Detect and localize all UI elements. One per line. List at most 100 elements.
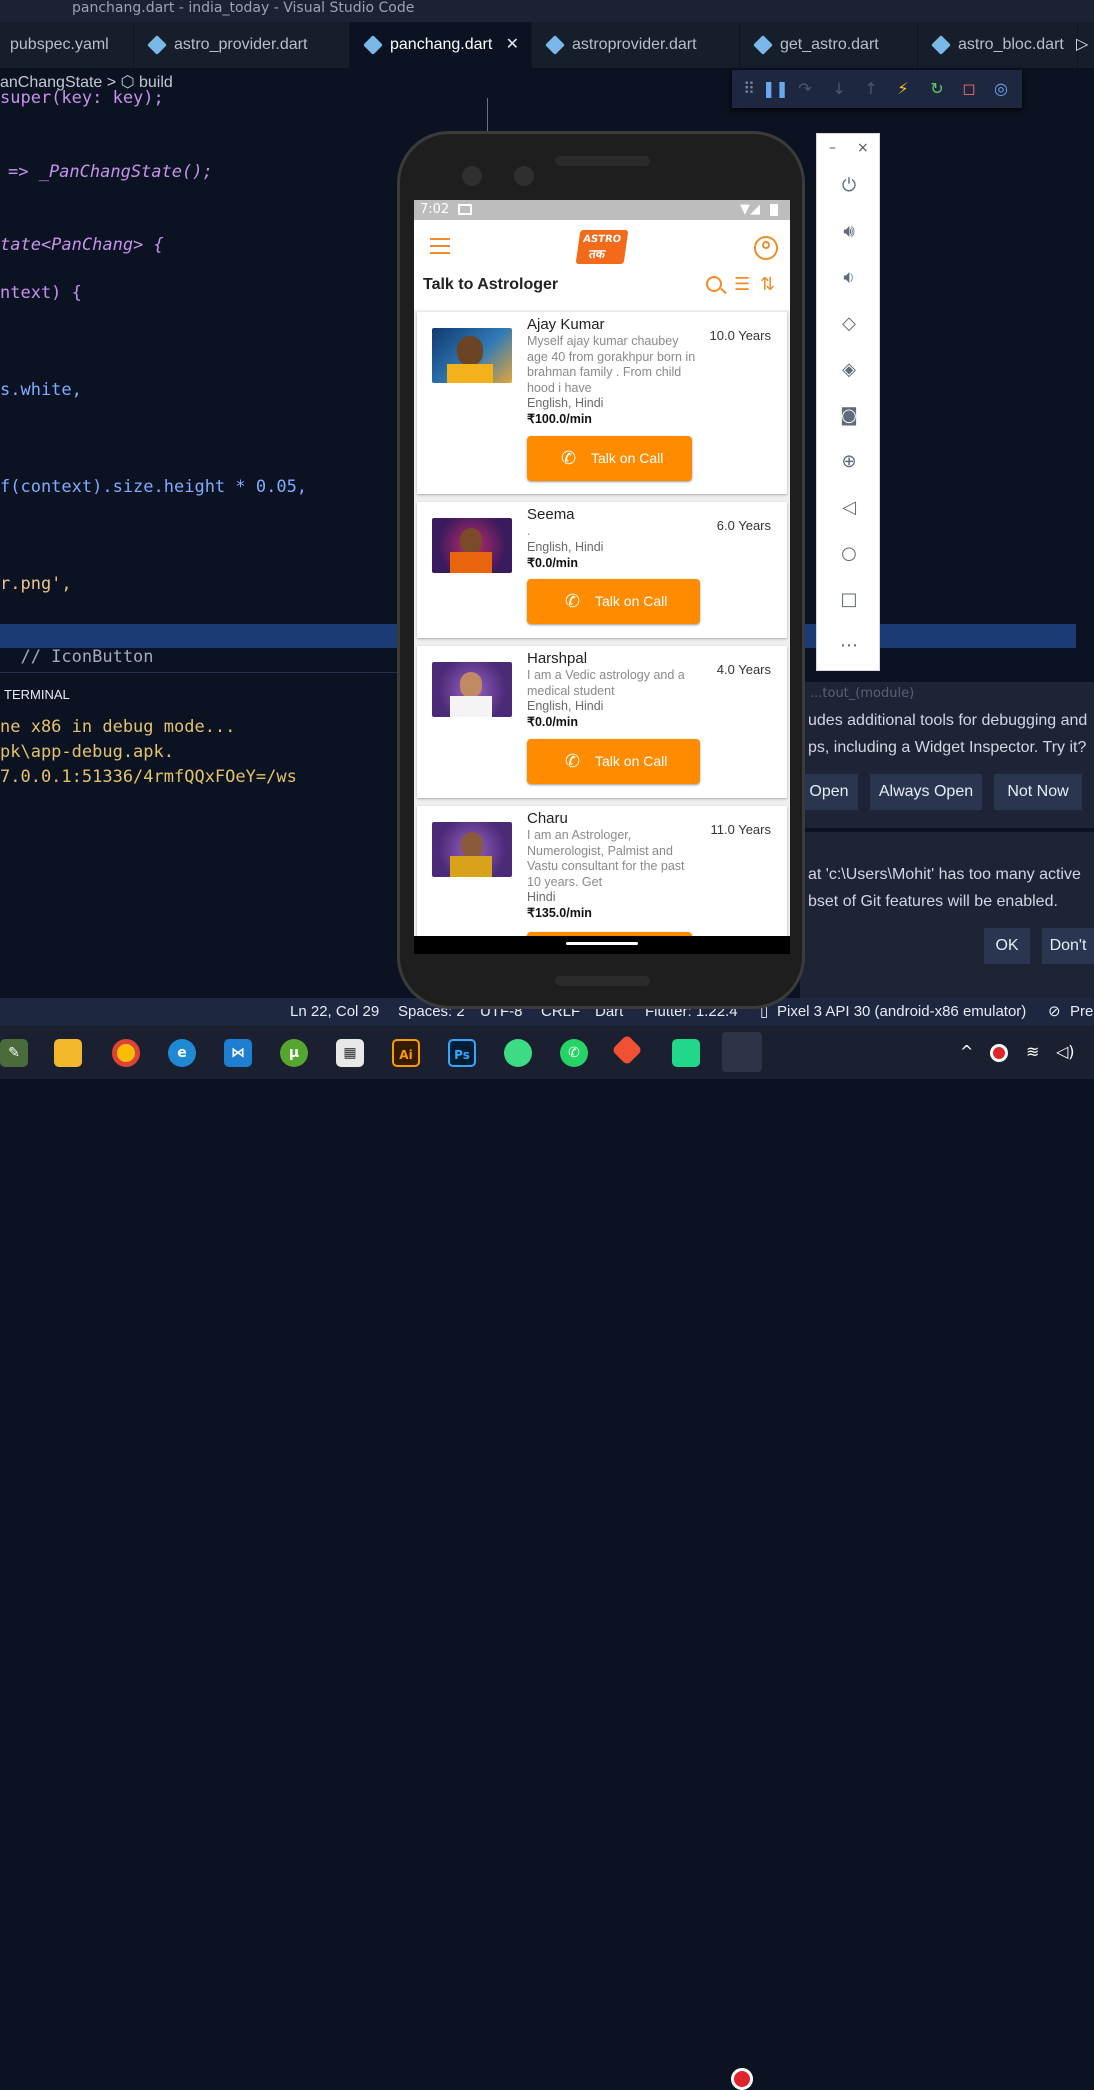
zoom-icon[interactable]: ⊕ — [837, 450, 861, 474]
profile-icon[interactable] — [754, 236, 778, 260]
talk-on-call-button[interactable]: ✆ Talk on Call — [527, 579, 700, 624]
notifications-area: ...tout_(module) udes additional tools f… — [800, 682, 1094, 998]
tray-record-icon[interactable] — [990, 1044, 1008, 1062]
dont-show-button[interactable]: Don't — [1042, 928, 1094, 964]
pause-icon[interactable]: ❚❚ — [762, 78, 789, 100]
faded-text: ...tout_(module) — [810, 686, 915, 701]
talk-on-call-button[interactable]: ✆ Talk on Call — [527, 739, 700, 784]
devtools-notification-text: udes additional tools for debugging and — [808, 712, 1088, 729]
tab-astroprovider[interactable]: astroprovider.dart — [532, 22, 740, 68]
drag-handle-icon[interactable]: ⠿ — [738, 78, 760, 100]
home-icon[interactable]: ○ — [837, 542, 861, 566]
recorder-icon[interactable] — [722, 1032, 762, 1072]
step-into-icon[interactable]: ↓ — [828, 78, 850, 100]
close-tab-icon[interactable]: ✕ — [506, 22, 519, 68]
utorrent-icon[interactable]: µ — [280, 1039, 308, 1067]
talk-on-call-button[interactable]: ✆ Talk on Call — [527, 436, 692, 481]
volume-icon[interactable]: ◁) — [1056, 1042, 1075, 1061]
wifi-icon[interactable]: ≋ — [1026, 1042, 1039, 1061]
code-line: => _PanChangState(); — [8, 162, 213, 182]
minimize-icon[interactable]: – — [829, 140, 836, 156]
tab-astro-bloc[interactable]: astro_bloc.dart — [918, 22, 1078, 68]
hot-reload-icon[interactable]: ⚡ — [892, 78, 914, 100]
overview-icon[interactable]: □ — [837, 588, 861, 612]
tab-astro-provider[interactable]: astro_provider.dart — [134, 22, 350, 68]
astrologer-card[interactable]: Charu 11.0 Years I am an Astrologer, Num… — [417, 806, 787, 938]
tab-label: get_astro.dart — [780, 36, 879, 53]
code-line: r.png', — [0, 574, 72, 594]
always-open-button[interactable]: Always Open — [870, 774, 982, 810]
avatar-face — [457, 336, 483, 366]
code-line: // IconButton — [0, 647, 154, 667]
title-row: Talk to Astrologer ☰ ⇅ — [414, 274, 790, 310]
search-icon[interactable] — [706, 276, 722, 292]
app-icon[interactable]: ✎ — [0, 1039, 28, 1067]
git-icon[interactable] — [611, 1034, 643, 1066]
rotate-left-icon[interactable]: ◇ — [837, 312, 861, 336]
wifi-signal-icon: ▼◢ — [740, 202, 760, 217]
filter-icon[interactable]: ☰ — [734, 274, 750, 295]
device-selector[interactable]: Pixel 3 API 30 (android-x86 emulator) — [777, 998, 1026, 1026]
avatar-face — [461, 832, 483, 858]
step-out-icon[interactable]: ↑ — [860, 78, 882, 100]
camera-icon[interactable]: ◙ — [837, 404, 861, 428]
sort-icon[interactable]: ⇅ — [760, 274, 775, 295]
run-icon[interactable]: ▷ — [1076, 34, 1088, 53]
jetbrains-icon[interactable] — [672, 1039, 700, 1067]
chevron-up-icon[interactable]: ^ — [960, 1042, 973, 1061]
tab-panchang[interactable]: panchang.dart ✕ — [350, 22, 532, 68]
front-camera-icon — [462, 166, 482, 186]
logo-text: तक — [588, 247, 607, 261]
restart-icon[interactable]: ↻ — [926, 78, 948, 100]
volume-down-icon[interactable]: 🔉︎ — [837, 266, 861, 290]
git-notification-text: at 'c:\Users\Mohit' has too many active — [808, 866, 1081, 883]
step-over-icon[interactable]: ↷ — [794, 78, 816, 100]
devtools-icon[interactable]: ◎ — [990, 78, 1012, 100]
prettier-status[interactable]: Pre — [1070, 998, 1093, 1026]
edge-icon[interactable]: e — [168, 1039, 196, 1067]
astro-logo: ASTRO तक — [575, 230, 629, 264]
experience: 4.0 Years — [716, 662, 771, 677]
astrologer-card[interactable]: Ajay Kumar 10.0 Years Myself ajay kumar … — [417, 312, 787, 494]
editor-tab-bar: pubspec.yaml astro_provider.dart panchan… — [0, 22, 1094, 68]
vscode-icon[interactable]: ⋈ — [224, 1039, 252, 1067]
astrologer-card[interactable]: Harshpal 4.0 Years I am a Vedic astrolog… — [417, 646, 787, 798]
calendar-app-icon[interactable]: ▦ — [336, 1039, 364, 1067]
ok-button[interactable]: OK — [984, 928, 1030, 964]
back-icon[interactable]: ◁ — [837, 496, 861, 520]
volume-up-icon[interactable]: 🔊︎ — [837, 220, 861, 244]
astrologer-card[interactable]: Seema 6.0 Years . English, Hindi ₹0.0/mi… — [417, 502, 787, 638]
code-line: s.white, — [0, 380, 82, 400]
stop-icon[interactable]: ◻ — [958, 78, 980, 100]
languages: English, Hindi — [527, 540, 604, 554]
not-now-button[interactable]: Not Now — [994, 774, 1082, 810]
tab-get-astro[interactable]: get_astro.dart — [740, 22, 918, 68]
phone-icon: ✆ — [565, 751, 581, 771]
android-studio-icon[interactable] — [504, 1039, 532, 1067]
file-explorer-icon[interactable] — [54, 1039, 82, 1067]
open-button[interactable]: Open — [800, 774, 858, 810]
close-icon[interactable]: × — [857, 140, 869, 156]
cursor-position[interactable]: Ln 22, Col 29 — [290, 998, 379, 1026]
photoshop-icon[interactable]: Ps — [448, 1039, 476, 1067]
home-indicator[interactable] — [566, 942, 638, 945]
terminal-tab[interactable]: TERMINAL — [4, 687, 70, 702]
chrome-icon[interactable] — [112, 1039, 140, 1067]
avatar — [432, 662, 512, 717]
power-icon[interactable]: ⏻ — [837, 174, 861, 198]
code-line: tate<PanChang> { — [0, 235, 164, 255]
git-notification-text: bset of Git features will be enabled. — [808, 893, 1058, 910]
dart-file-icon — [753, 35, 773, 55]
more-icon[interactable]: ⋯ — [837, 634, 861, 658]
astrologer-name: Seema — [527, 506, 575, 523]
whatsapp-icon[interactable]: ✆ — [560, 1039, 588, 1067]
illustrator-icon[interactable]: Ai — [392, 1039, 420, 1067]
astrologer-description: I am an Astrologer, Numerologist, Palmis… — [527, 828, 685, 889]
menu-icon[interactable] — [430, 238, 450, 240]
astrologer-description: Myself ajay kumar chaubey age 40 from go… — [527, 334, 696, 395]
rotate-right-icon[interactable]: ◈ — [837, 358, 861, 382]
tab-pubspec[interactable]: pubspec.yaml — [0, 22, 134, 68]
phone-icon: ✆ — [561, 448, 577, 468]
front-sensor-icon — [514, 166, 534, 186]
text-cursor — [487, 98, 488, 132]
